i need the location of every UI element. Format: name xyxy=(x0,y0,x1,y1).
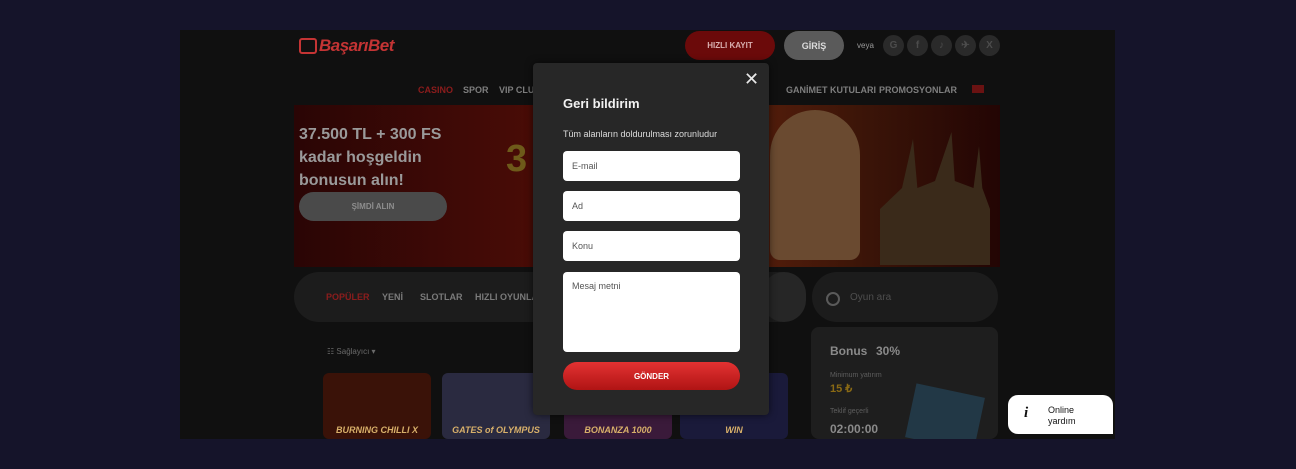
facebook-icon[interactable]: f xyxy=(907,35,928,56)
nav-casino[interactable]: CASINO xyxy=(418,85,453,95)
close-icon[interactable]: ✕ xyxy=(744,70,759,88)
game-tile[interactable]: BURNING CHILLI X xyxy=(323,373,431,439)
email-field[interactable] xyxy=(563,151,740,181)
quick-register-button[interactable]: HIZLI KAYIT xyxy=(685,31,775,60)
submit-button[interactable]: GÖNDER xyxy=(563,362,740,390)
subject-field[interactable] xyxy=(563,231,740,261)
telegram-icon[interactable]: ✈ xyxy=(955,35,976,56)
bonus-title: Bonus xyxy=(830,344,868,358)
min-deposit-label: Minimum yatırım xyxy=(830,372,882,379)
online-help-label: Online yardım xyxy=(1048,405,1076,426)
logo-mark-icon xyxy=(299,38,317,54)
offer-valid-label: Teklif geçerli xyxy=(830,408,869,415)
info-icon: i xyxy=(1024,405,1029,421)
tab-popular[interactable]: POPÜLER xyxy=(326,292,370,302)
search-placeholder: Oyun ara xyxy=(850,292,892,303)
login-button[interactable]: GİRİŞ xyxy=(784,31,844,60)
offer-timer: 02:00:00 xyxy=(830,422,879,436)
search-icon xyxy=(826,292,840,306)
google-icon[interactable]: G xyxy=(883,35,904,56)
bonus-percent: 30% xyxy=(876,344,901,358)
tab-slots[interactable]: SLOTLAR xyxy=(420,292,463,302)
nav-sport[interactable]: SPOR xyxy=(463,85,489,95)
nav-loot-boxes[interactable]: GANİMET KUTULARI xyxy=(786,85,876,95)
tiktok-icon[interactable]: ♪ xyxy=(931,35,952,56)
nav-promotions[interactable]: PROMOSYONLAR xyxy=(879,85,957,95)
message-field[interactable] xyxy=(563,272,740,352)
tab-new[interactable]: YENİ xyxy=(382,292,403,302)
banner-headline: 37.500 TL + 300 FS kadar hoşgeldin bonus… xyxy=(299,126,442,189)
claim-now-button[interactable]: ŞİMDİ ALIN xyxy=(299,192,447,221)
banner-number: 3 xyxy=(506,138,528,180)
modal-title: Geri bildirim xyxy=(563,96,640,111)
logo[interactable]: BaşarıBet xyxy=(299,36,394,56)
modal-subtitle: Tüm alanların doldurulması zorunludur xyxy=(563,129,718,139)
provider-filter[interactable]: ☷ Sağlayıcı ▾ xyxy=(327,347,376,356)
language-flag-icon[interactable] xyxy=(972,85,984,93)
x-icon[interactable]: X xyxy=(979,35,1000,56)
or-label: veya xyxy=(857,41,874,50)
filter-icon: ☷ xyxy=(327,347,337,356)
min-deposit-value: 15 ₺ xyxy=(830,383,853,395)
name-field[interactable] xyxy=(563,191,740,221)
banner-woman-image xyxy=(770,110,860,260)
